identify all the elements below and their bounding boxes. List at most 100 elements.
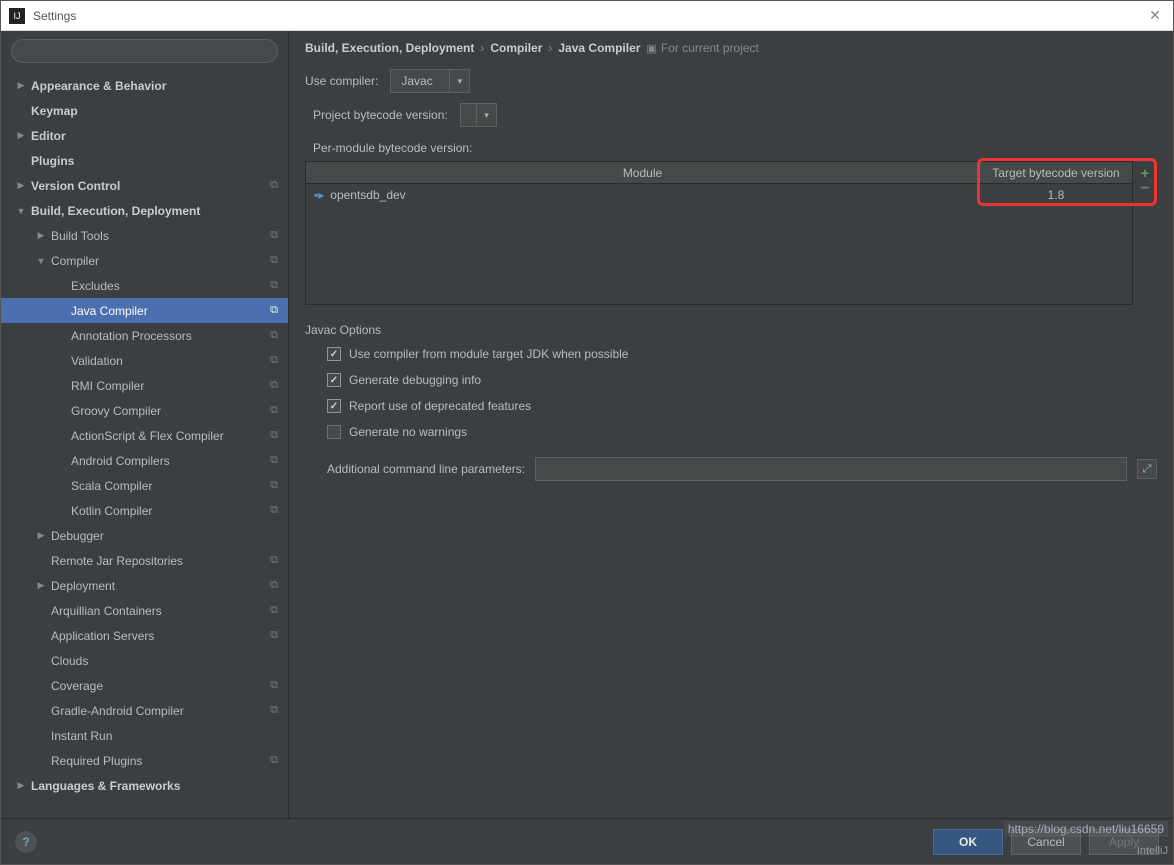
breadcrumb-item[interactable]: Compiler — [490, 41, 542, 55]
tree-item-gradle-android-compiler[interactable]: Gradle-Android Compiler⧉ — [1, 698, 288, 723]
tree-item-label: Required Plugins — [51, 754, 142, 768]
close-icon[interactable]: ✕ — [1145, 7, 1165, 24]
tree-item-label: Annotation Processors — [71, 329, 192, 343]
module-name: opentsdb_dev — [330, 188, 405, 202]
tree-item-editor[interactable]: ▶ Editor — [1, 123, 288, 148]
project-scope-icon: ⧉ — [270, 604, 278, 617]
project-scope-icon: ⧉ — [270, 304, 278, 317]
tree-item-label: Scala Compiler — [71, 479, 152, 493]
tree-item-android-compilers[interactable]: Android Compilers⧉ — [1, 448, 288, 473]
params-label: Additional command line parameters: — [327, 462, 525, 476]
project-scope-icon: ⧉ — [270, 504, 278, 517]
tree-item-label: Languages & Frameworks — [31, 779, 180, 793]
chevron-down-icon[interactable]: ▼ — [449, 70, 469, 92]
chk-no-warnings[interactable] — [327, 425, 341, 439]
per-module-label: Per-module bytecode version: — [313, 141, 1157, 155]
chk-report-deprecated[interactable] — [327, 399, 341, 413]
scope-hint: ▣ For current project — [646, 41, 758, 55]
tree-item-arquillian-containers[interactable]: Arquillian Containers⧉ — [1, 598, 288, 623]
expand-icon[interactable]: ⤢ — [1137, 459, 1157, 479]
tree-item-debugger[interactable]: ▶Debugger — [1, 523, 288, 548]
project-icon: ▣ — [646, 42, 656, 55]
tree-item-label: Clouds — [51, 654, 88, 668]
tree-item-application-servers[interactable]: Application Servers⧉ — [1, 623, 288, 648]
chevron-right-icon[interactable]: ▶ — [15, 130, 27, 141]
tree-item-label: Groovy Compiler — [71, 404, 161, 418]
project-scope-icon: ⧉ — [270, 754, 278, 767]
chevron-down-icon[interactable]: ▼ — [476, 104, 496, 126]
tree-item-validation[interactable]: Validation⧉ — [1, 348, 288, 373]
project-scope-icon: ⧉ — [270, 679, 278, 692]
chk-label: Report use of deprecated features — [349, 399, 531, 413]
tree-item-java-compiler[interactable]: Java Compiler⧉ — [1, 298, 288, 323]
tree-item-label: Instant Run — [51, 729, 112, 743]
tree-item-deployment[interactable]: ▶Deployment⧉ — [1, 573, 288, 598]
tree-item-label: Keymap — [31, 104, 78, 118]
tree-item-kotlin-compiler[interactable]: Kotlin Compiler⧉ — [1, 498, 288, 523]
tree-item-required-plugins[interactable]: Required Plugins ⧉ — [1, 748, 288, 773]
chevron-right-icon[interactable]: ▶ — [35, 530, 47, 541]
help-button[interactable]: ? — [15, 831, 37, 853]
tree-item-groovy-compiler[interactable]: Groovy Compiler ⧉ — [1, 398, 288, 423]
tree-item-rmi-compiler[interactable]: RMI Compiler⧉ — [1, 373, 288, 398]
ok-button[interactable]: OK — [933, 829, 1003, 855]
chevron-right-icon[interactable]: ▶ — [35, 580, 47, 591]
breadcrumb-item[interactable]: Build, Execution, Deployment — [305, 41, 474, 55]
chevron-down-icon[interactable]: ▼ — [35, 256, 47, 266]
tree-item-annotation-processors[interactable]: Annotation Processors ⧉ — [1, 323, 288, 348]
window-title: Settings — [33, 9, 1145, 23]
tree-item-label: Editor — [31, 129, 66, 143]
chevron-right-icon: › — [548, 41, 552, 55]
chevron-right-icon[interactable]: ▶ — [15, 780, 27, 791]
chevron-right-icon: › — [480, 41, 484, 55]
tree-item-label: Deployment — [51, 579, 115, 593]
tree-item-compiler[interactable]: ▼Compiler⧉ — [1, 248, 288, 273]
tree-item-label: Version Control — [31, 179, 120, 193]
tree-item-label: ActionScript & Flex Compiler — [71, 429, 224, 443]
add-icon[interactable]: + — [1141, 165, 1149, 181]
tree-item-clouds[interactable]: Clouds — [1, 648, 288, 673]
tree-item-label: Excludes — [71, 279, 120, 293]
use-compiler-combo[interactable]: Javac ▼ — [390, 69, 470, 93]
tree-item-coverage[interactable]: Coverage⧉ — [1, 673, 288, 698]
project-scope-icon: ⧉ — [270, 179, 278, 192]
tree-item-label: Build Tools — [51, 229, 109, 243]
project-scope-icon: ⧉ — [270, 329, 278, 342]
tree-item-plugins[interactable]: Plugins — [1, 148, 288, 173]
tree-item-build-execution-deployment[interactable]: ▼Build, Execution, Deployment — [1, 198, 288, 223]
module-icon: ▪▸ — [314, 188, 324, 202]
col-target: Target bytecode version — [980, 162, 1132, 183]
tree-item-languages-frameworks[interactable]: ▶ Languages & Frameworks — [1, 773, 288, 798]
tree-item-version-control[interactable]: ▶ Version Control ⧉ — [1, 173, 288, 198]
settings-tree: ▶ Appearance & Behavior Keymap ▶ Editor Plugi… — [1, 71, 288, 818]
chevron-down-icon[interactable]: ▼ — [15, 206, 27, 216]
project-scope-icon: ⧉ — [270, 379, 278, 392]
tree-item-scala-compiler[interactable]: Scala Compiler⧉ — [1, 473, 288, 498]
chevron-right-icon[interactable]: ▶ — [15, 80, 27, 91]
chevron-right-icon[interactable]: ▶ — [15, 180, 27, 191]
project-scope-icon: ⧉ — [270, 279, 278, 292]
project-bytecode-combo[interactable]: ▼ — [460, 103, 497, 127]
settings-panel: Build, Execution, Deployment › Compiler … — [289, 31, 1173, 818]
tree-item-label: Appearance & Behavior — [31, 79, 166, 93]
tree-item-excludes[interactable]: Excludes ⧉ — [1, 273, 288, 298]
tree-item-actionscript-flex-compiler[interactable]: ActionScript & Flex Compiler ⧉ — [1, 423, 288, 448]
intellij-watermark: IntelliJ — [1137, 845, 1168, 857]
project-bytecode-label: Project bytecode version: — [313, 108, 448, 122]
javac-options-header: Javac Options — [305, 323, 1157, 337]
chk-generate-debug[interactable] — [327, 373, 341, 387]
tree-item-build-tools[interactable]: ▶Build Tools⧉ — [1, 223, 288, 248]
search-input[interactable] — [11, 39, 278, 63]
chk-use-module-jdk[interactable] — [327, 347, 341, 361]
remove-icon[interactable]: − — [1140, 185, 1149, 193]
project-scope-icon: ⧉ — [270, 404, 278, 417]
tree-item-remote-jar-repositories[interactable]: Remote Jar Repositories⧉ — [1, 548, 288, 573]
tree-item-instant-run[interactable]: Instant Run — [1, 723, 288, 748]
chevron-right-icon[interactable]: ▶ — [35, 230, 47, 241]
tree-item-keymap[interactable]: Keymap — [1, 98, 288, 123]
target-bytecode-cell[interactable]: 1.8 — [980, 188, 1132, 202]
table-row[interactable]: ▪▸ opentsdb_dev 1.8 — [306, 184, 1132, 206]
tree-item-appearance-behavior[interactable]: ▶ Appearance & Behavior — [1, 73, 288, 98]
params-input[interactable] — [535, 457, 1127, 481]
project-scope-icon: ⧉ — [270, 429, 278, 442]
